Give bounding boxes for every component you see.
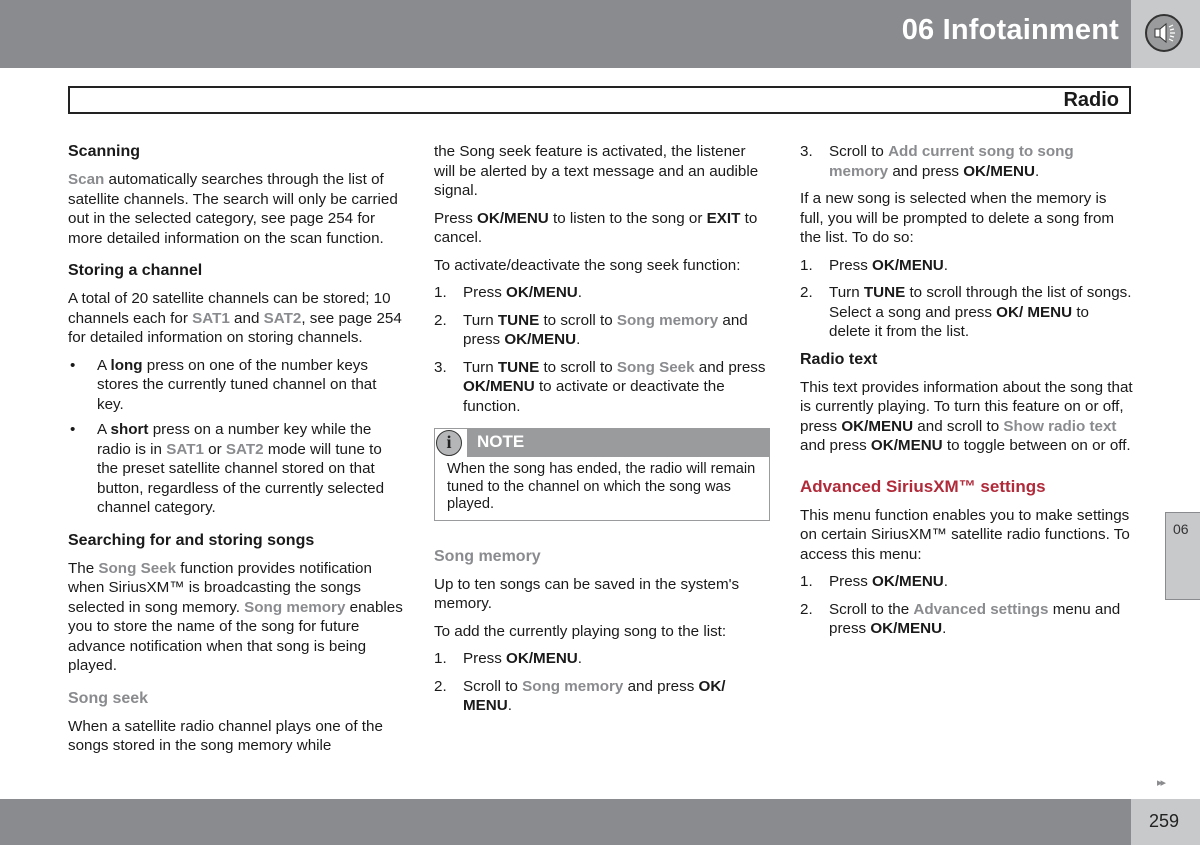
radio-text-section: Radio text This text provides informatio… [800,350,1134,456]
chapter-side-tab[interactable]: 06 [1165,512,1200,600]
section-title: Radio [1063,89,1119,111]
page-number-tab: 259 [1131,799,1200,845]
list-item: 2. Turn TUNE to scroll through the list o… [800,284,1132,340]
add-song-paragraph: To add the currently playing song to the… [434,622,727,640]
note-header: i NOTE [435,429,769,457]
scanning-heading: Scanning [68,143,141,160]
storing-section: Storing a channel A total of 20 satellit… [68,261,404,518]
column-3: 3. Scroll to Add current song to song mem… [800,142,1134,647]
song-memory-heading: Song memory [434,547,541,565]
note-label: NOTE [477,432,525,451]
list-item: 3. Scroll to Add current song to song mem… [800,143,1074,180]
press-paragraph: Press OK/MENU to listen to the song or E… [434,209,758,247]
song-memory-paragraph: Up to ten songs can be saved in the syst… [434,575,740,613]
list-item: 1. Press OK/MENU. [800,256,948,274]
song-seek-section: Song seek When a satellite radio channel… [68,689,404,756]
list-item: • A long press on one of the number keys … [70,356,377,413]
song-seek-paragraph: When a satellite radio channel plays one… [68,717,383,755]
advanced-heading: Advanced SiriusXM™ settings [800,476,1046,496]
bullet-icon: • [70,421,76,438]
searching-heading: Searching for and storing songs [68,531,315,549]
delete-song-steps: 1. Press OK/MENU. 2. Turn TUNE to scroll t… [800,256,1134,342]
list-item: 2. Scroll to the Advanced settings menu a… [800,600,1121,638]
list-item: • A short press on a number key while the… [70,421,385,516]
searching-section: Searching for and storing songs The Song… [68,531,404,676]
continue-arrows-icon: ▸▸ [1157,777,1166,789]
chapter-title: 06 Infotainment [901,14,1119,46]
list-item: 2. Scroll to Song memory and press OK/ ME… [434,677,726,715]
list-item: 1. Press OK/MENU. [800,573,948,590]
list-item: 1. Press OK/MENU. [434,650,582,667]
radio-text-paragraph: This text provides information about the… [800,378,1133,455]
speaker-icon [1145,14,1183,52]
note-body: When the song has ended, the radio will … [447,461,756,512]
storing-paragraph: A total of 20 satellite channels can be … [68,290,402,346]
scanning-section: Scanning Scan automatically searches thr… [68,142,404,248]
activate-steps: 1. Press OK/MENU. 2. Turn TUNE to scroll t… [434,283,770,416]
column-2: the Song seek feature is activated, the … [434,142,770,724]
scan-menu-term: Scan [68,171,105,188]
section-header: Radio [68,86,1131,114]
song-seek-continued: the Song seek feature is activated, the … [434,143,759,199]
bullet-icon: • [70,356,76,374]
storing-heading: Storing a channel [68,262,203,279]
side-tab-label: 06 [1173,521,1189,537]
scanning-paragraph: Scan automatically searches through the … [68,171,398,247]
chapter-icon-tab [1131,0,1200,68]
advanced-section: Advanced SiriusXM™ settings This menu fu… [800,476,1134,639]
list-item: 3. Turn TUNE to scroll to Song Seek and p… [434,358,766,415]
note-box: i NOTE When the song has ended, the radi… [434,428,770,521]
info-icon: i [436,430,462,456]
advanced-paragraph: This menu function enables you to make s… [800,506,1130,563]
storing-bullets: • A long press on one of the number keys … [68,356,404,518]
page-number: 259 [1149,811,1180,831]
column-1: Scanning Scan automatically searches thr… [68,142,404,764]
song-seek-heading: Song seek [68,689,149,707]
memory-full-paragraph: If a new song is selected when the memor… [800,190,1115,246]
footer-bar [0,799,1131,845]
radio-text-heading: Radio text [800,350,878,368]
chapter-header-bar: 06 Infotainment [0,0,1131,68]
list-item: 1. Press OK/MENU. [434,284,582,301]
add-song-steps: 1. Press OK/MENU. 2. Scroll to Song memory… [434,649,770,716]
searching-paragraph: The Song Seek function provides notifica… [68,559,403,675]
advanced-steps: 1. Press OK/MENU. 2. Scroll to the Advance… [800,572,1134,639]
add-song-steps-continued: 3. Scroll to Add current song to song mem… [800,142,1134,181]
list-item: 2. Turn TUNE to scroll to Song memory and… [434,311,748,349]
activate-paragraph: To activate/deactivate the song seek fun… [434,256,741,274]
